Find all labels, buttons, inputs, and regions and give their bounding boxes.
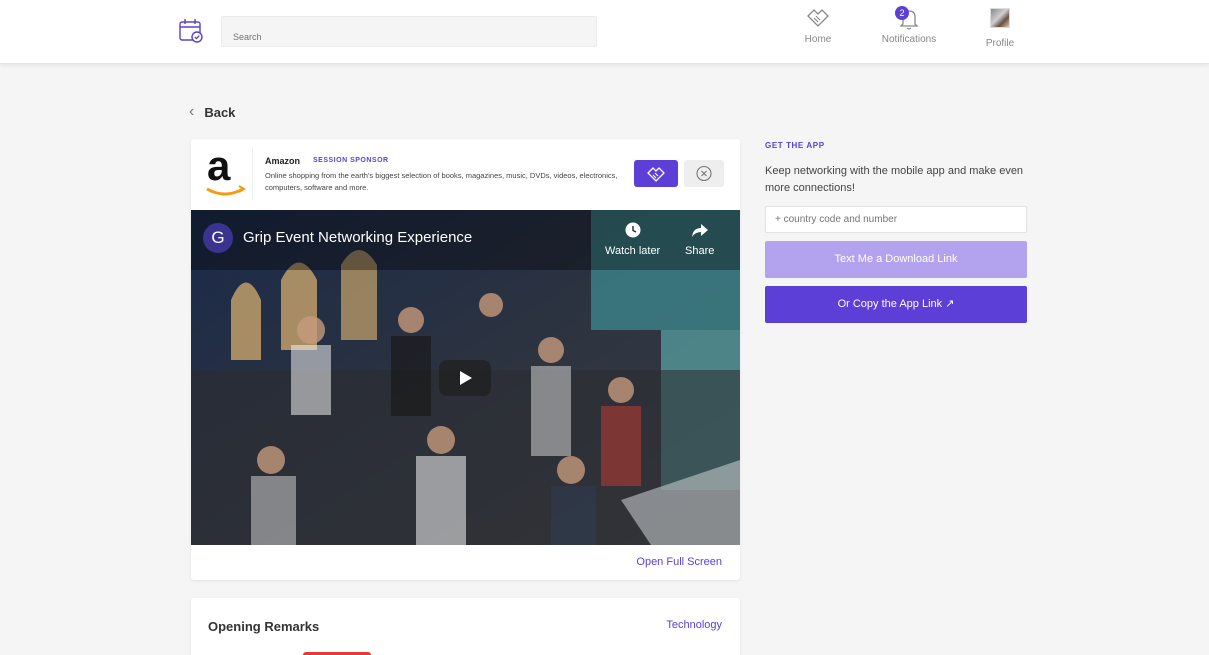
get-app-description: Keep networking with the mobile app and … [765,165,1024,194]
session-title: Opening Remarks [208,619,320,634]
connect-sponsor-button[interactable] [634,160,678,187]
nav-profile[interactable]: Profile [978,4,1022,49]
session-video-card: a Amazon SESSION SPONSOR Online shopping… [191,139,740,580]
back-label: Back [204,104,236,120]
clock-icon [625,222,641,238]
play-button[interactable] [439,360,491,396]
dismiss-sponsor-button[interactable] [684,160,724,187]
calendar-check-icon[interactable] [177,16,205,44]
sponsor-tag: SESSION SPONSOR [313,157,389,164]
close-circle-icon [696,165,712,182]
search-input[interactable] [221,16,597,47]
nav-profile-label: Profile [985,38,1015,49]
share-arrow-icon [691,224,708,237]
watch-later-label: Watch later [605,245,661,257]
nav-notifications-label: Notifications [881,34,937,45]
chevron-left-icon: ‹ [189,103,195,120]
watch-later-button[interactable]: Watch later [605,222,660,257]
share-label: Share [685,245,715,257]
get-app-heading: GET THE APP [765,141,825,150]
amazon-logo: a [201,142,253,200]
handshake-icon [647,167,665,182]
sponsor-banner: a Amazon SESSION SPONSOR Online shopping… [191,139,740,210]
nav-home-label: Home [804,34,832,45]
copy-app-link-button[interactable]: Or Copy the App Link ↗ [765,286,1027,323]
notification-count-badge: 2 [895,6,909,20]
nav-notifications[interactable]: 2 Notifications [872,4,946,45]
avatar [990,8,1010,28]
open-full-screen-link[interactable]: Open Full Screen [636,556,722,568]
share-button[interactable]: Share [685,222,714,257]
top-navigation-bar: Home 2 Notifications Profile [0,0,1209,64]
bell-icon: 2 [872,4,946,32]
session-track-tag[interactable]: Technology [666,619,722,631]
sponsor-description: Online shopping from the earth's biggest… [265,171,618,192]
sponsor-name: Amazon [265,156,301,166]
phone-number-input[interactable] [765,206,1027,233]
video-title[interactable]: Grip Event Networking Experience [243,229,472,246]
channel-logo[interactable]: G [203,223,233,253]
handshake-icon [796,4,840,32]
nav-home[interactable]: Home [796,4,840,45]
session-info-card: Opening Remarks Technology [191,598,740,655]
text-download-link-button[interactable]: Text Me a Download Link [765,241,1027,278]
back-link[interactable]: ‹ Back [189,103,235,121]
video-player[interactable]: G Grip Event Networking Experience Watch… [191,210,740,545]
play-icon [460,371,472,385]
profile-avatar [978,8,1022,36]
